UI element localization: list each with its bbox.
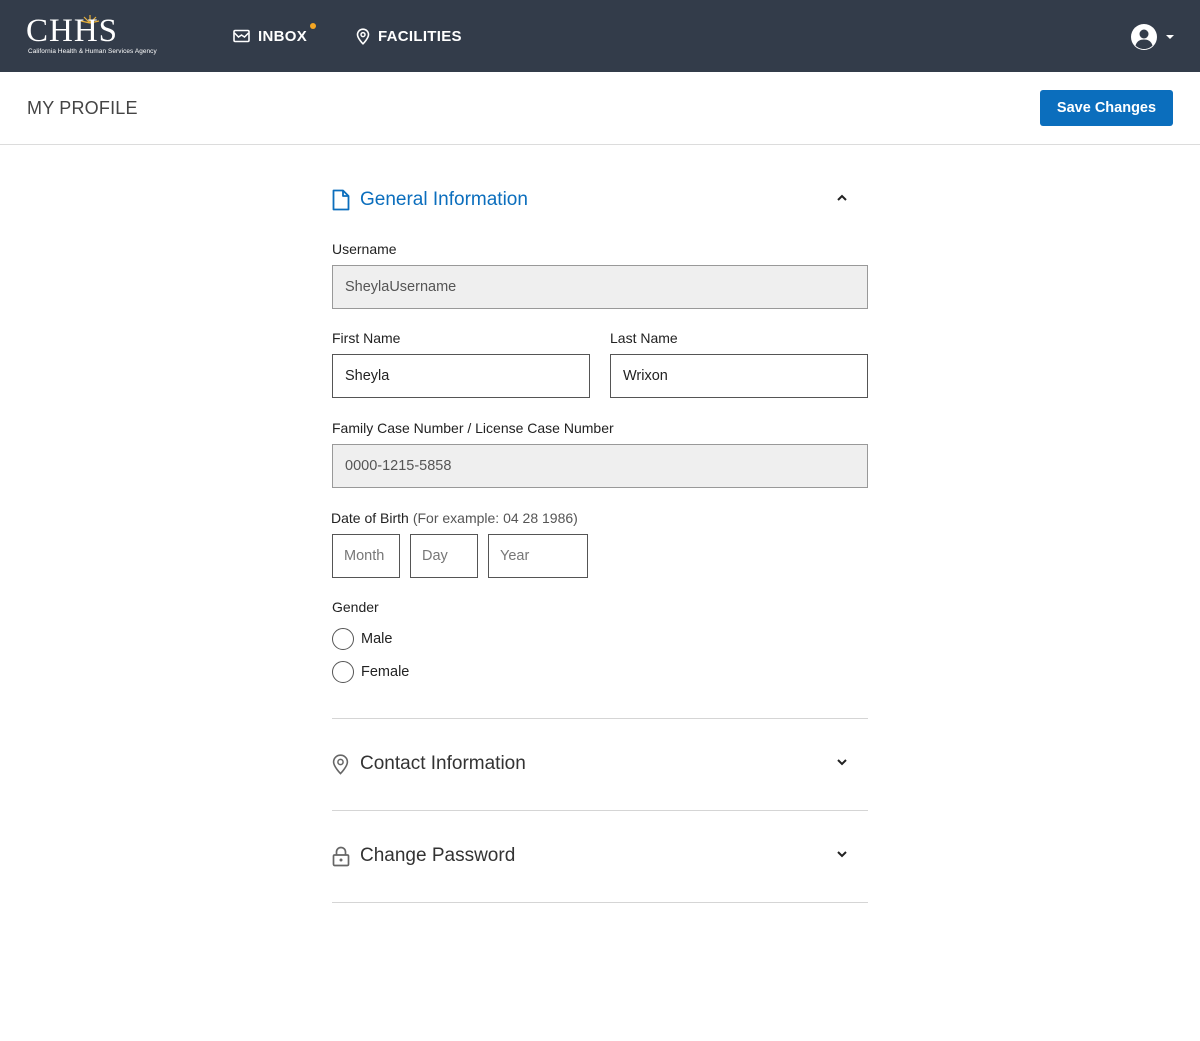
section-divider bbox=[332, 718, 868, 719]
first-name-label: First Name bbox=[332, 330, 401, 346]
chhs-logo[interactable]: CHHS California Health & Human Services … bbox=[26, 13, 157, 58]
dob-label-text: Date of Birth bbox=[331, 510, 409, 526]
nav-inbox-label: INBOX bbox=[258, 27, 308, 45]
chevron-down-icon bbox=[837, 851, 847, 858]
section-divider bbox=[332, 902, 868, 903]
contact-information-header[interactable]: Contact Information bbox=[332, 749, 868, 779]
dob-hint: (For example: 04 28 1986) bbox=[412, 510, 578, 526]
username-label: Username bbox=[332, 241, 397, 257]
case-number-label: Family Case Number / License Case Number bbox=[332, 420, 614, 436]
last-name-label: Last Name bbox=[610, 330, 678, 346]
dob-day-field[interactable] bbox=[410, 534, 478, 578]
chevron-up-icon bbox=[837, 194, 847, 201]
chevron-down-icon bbox=[837, 759, 847, 766]
last-name-field[interactable] bbox=[610, 354, 868, 398]
top-nav: CHHS California Health & Human Services … bbox=[0, 0, 1200, 72]
dob-label: Date of Birth (For example: 04 28 1986) bbox=[331, 510, 578, 526]
gender-label: Gender bbox=[332, 599, 379, 615]
nav-facilities[interactable]: FACILITIES bbox=[356, 24, 462, 48]
change-password-title: Change Password bbox=[360, 845, 516, 866]
gender-male-label: Male bbox=[361, 631, 393, 647]
gender-male-radio[interactable]: Male bbox=[332, 628, 392, 650]
user-menu[interactable] bbox=[1130, 23, 1176, 51]
location-pin-icon bbox=[332, 753, 349, 775]
logo-subtitle: California Health & Human Services Agenc… bbox=[28, 48, 157, 55]
change-password-header[interactable]: Change Password bbox=[332, 841, 868, 871]
nav-facilities-label: FACILITIES bbox=[378, 27, 462, 45]
save-changes-button[interactable]: Save Changes bbox=[1040, 90, 1173, 126]
location-pin-icon bbox=[356, 27, 370, 45]
inbox-icon bbox=[233, 29, 250, 43]
gender-female-radio[interactable]: Female bbox=[332, 661, 409, 683]
user-avatar-icon bbox=[1131, 24, 1157, 50]
document-icon bbox=[332, 189, 350, 211]
page-header: MY PROFILE Save Changes bbox=[0, 72, 1200, 145]
case-number-field[interactable] bbox=[332, 444, 868, 488]
username-field[interactable] bbox=[332, 265, 868, 309]
dob-year-field[interactable] bbox=[488, 534, 588, 578]
nav-inbox[interactable]: INBOX bbox=[233, 24, 307, 48]
page-title: MY PROFILE bbox=[27, 98, 138, 118]
radio-circle[interactable] bbox=[332, 661, 354, 683]
logo-text: CHHS bbox=[26, 13, 119, 49]
contact-information-title: Contact Information bbox=[360, 753, 526, 774]
notification-dot bbox=[310, 23, 316, 29]
gender-female-label: Female bbox=[361, 664, 410, 680]
section-divider bbox=[332, 810, 868, 811]
first-name-field[interactable] bbox=[332, 354, 590, 398]
general-information-header[interactable]: General Information bbox=[332, 185, 868, 215]
dob-month-field[interactable] bbox=[332, 534, 400, 578]
general-information-title: General Information bbox=[360, 189, 528, 210]
caret-down-icon bbox=[1166, 35, 1174, 39]
radio-circle[interactable] bbox=[332, 628, 354, 650]
lock-icon bbox=[332, 846, 350, 866]
